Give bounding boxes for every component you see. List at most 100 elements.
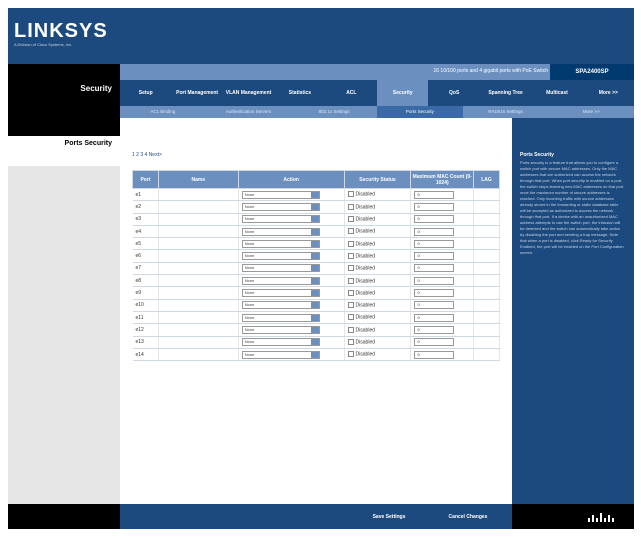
subnav-radius-settings[interactable]: RADIUS Settings xyxy=(463,106,549,118)
security-status-checkbox[interactable] xyxy=(347,191,354,198)
action-select[interactable]: None xyxy=(241,325,320,334)
nav-vlan-management[interactable]: VLAN Management xyxy=(223,80,274,106)
max-mac-count-input[interactable]: 0 xyxy=(414,190,455,199)
security-status-checkbox[interactable] xyxy=(347,216,354,223)
action-select[interactable]: None xyxy=(241,301,320,310)
cell-port: e4 xyxy=(132,225,159,239)
table-row: e3 None Disabled 0 xyxy=(132,213,500,226)
app-frame: LINKSYS A Division of Cisco Systems, Inc… xyxy=(8,8,634,529)
security-status-checkbox[interactable] xyxy=(347,351,354,358)
pagination[interactable]: 1 2 3 4 Next> xyxy=(132,152,162,158)
nav-more[interactable]: More >> xyxy=(583,80,634,106)
cell-lag xyxy=(473,262,500,276)
model-description: 16 10/100 ports and 4 gigabit ports with… xyxy=(433,68,548,74)
max-mac-count-input[interactable]: 0 xyxy=(414,289,455,298)
subnav-acl-binding[interactable]: ACL Binding xyxy=(120,106,206,118)
chevron-down-icon xyxy=(310,203,319,210)
security-status-label: Disabled xyxy=(355,265,376,272)
action-select[interactable]: None xyxy=(241,313,320,322)
table-row: e6 None Disabled 0 xyxy=(132,249,500,263)
cell-port: e5 xyxy=(132,237,159,251)
security-status-label: Disabled xyxy=(355,204,376,211)
action-value: None xyxy=(244,326,255,332)
nav-multicast[interactable]: Multicast xyxy=(531,80,582,106)
action-select[interactable]: None xyxy=(241,350,320,359)
max-mac-count-input[interactable]: 0 xyxy=(414,276,455,285)
max-mac-count-input[interactable]: 0 xyxy=(414,252,455,261)
security-status-checkbox[interactable] xyxy=(347,277,354,284)
max-mac-count-input[interactable]: 0 xyxy=(414,202,455,211)
action-value: None xyxy=(244,265,255,271)
max-mac-count-input[interactable]: 0 xyxy=(414,301,455,310)
nav-spanning-tree[interactable]: Spanning Tree xyxy=(480,80,531,106)
max-mac-count-input[interactable]: 0 xyxy=(414,338,455,347)
max-mac-count-input[interactable]: 0 xyxy=(414,215,455,224)
main-content: 1 2 3 4 Next> Port Name Action Security … xyxy=(120,118,512,504)
subnav-8021x-settings[interactable]: 802.1x Settings xyxy=(291,106,377,118)
col-header-port: Port xyxy=(132,170,159,189)
max-mac-count-input[interactable]: 0 xyxy=(414,239,455,248)
action-select[interactable]: None xyxy=(241,289,320,298)
max-mac-count-input[interactable]: 0 xyxy=(414,264,455,273)
chevron-down-icon xyxy=(310,216,319,223)
left-gray-panel xyxy=(8,166,120,504)
action-select[interactable]: None xyxy=(241,338,320,347)
logo-area: LINKSYS A Division of Cisco Systems, Inc… xyxy=(8,8,120,64)
save-settings-button[interactable]: Save Settings xyxy=(360,512,418,522)
cell-name xyxy=(158,188,239,202)
action-select[interactable]: None xyxy=(241,264,320,273)
security-status-label: Disabled xyxy=(355,253,376,260)
nav-qos[interactable]: QoS xyxy=(428,80,479,106)
action-select[interactable]: None xyxy=(241,190,320,199)
cell-name xyxy=(158,348,239,362)
col-header-name: Name xyxy=(157,170,239,189)
table-row: e10 None Disabled 0 xyxy=(132,299,500,312)
security-status-label: Disabled xyxy=(355,241,376,247)
security-status-checkbox[interactable] xyxy=(347,203,354,210)
security-status-checkbox[interactable] xyxy=(347,339,354,346)
security-status-label: Disabled xyxy=(355,339,376,346)
max-mac-count-input[interactable]: 0 xyxy=(414,325,455,334)
model-bar: 16 10/100 ports and 4 gigabit ports with… xyxy=(120,64,634,80)
cell-port: e14 xyxy=(132,348,159,362)
security-status-checkbox[interactable] xyxy=(347,252,354,259)
cell-lag xyxy=(473,249,500,263)
security-status-label: Disabled xyxy=(355,216,376,223)
max-mac-count-input[interactable]: 0 xyxy=(414,227,455,236)
chevron-down-icon xyxy=(310,290,319,297)
cancel-changes-button[interactable]: Cancel Changes xyxy=(438,512,498,522)
cell-port: e6 xyxy=(132,249,159,263)
action-select[interactable]: None xyxy=(241,252,320,261)
nav-port-management[interactable]: Port Management xyxy=(171,80,222,106)
action-select[interactable]: None xyxy=(241,202,320,211)
chevron-down-icon xyxy=(310,277,319,284)
nav-setup[interactable]: Setup xyxy=(120,80,171,106)
ports-security-table: Port Name Action Security Status Maximum… xyxy=(132,170,500,362)
action-select[interactable]: None xyxy=(241,239,320,248)
model-id: SPA2400SP xyxy=(550,64,634,80)
action-select[interactable]: None xyxy=(241,215,320,224)
nav-security[interactable]: Security xyxy=(377,80,429,106)
security-status-checkbox[interactable] xyxy=(347,289,354,296)
nav-acl[interactable]: ACL xyxy=(326,80,377,106)
security-status-checkbox[interactable] xyxy=(347,326,354,333)
chevron-down-icon xyxy=(310,253,319,260)
security-status-checkbox[interactable] xyxy=(347,302,354,309)
table-row: e9 None Disabled 0 xyxy=(132,286,500,300)
action-select[interactable]: None xyxy=(241,276,320,285)
action-select[interactable]: None xyxy=(241,227,320,236)
sub-nav: ACL Binding Authentication Servers 802.1… xyxy=(120,106,634,118)
security-status-checkbox[interactable] xyxy=(347,228,354,235)
nav-statistics[interactable]: Statistics xyxy=(274,80,325,106)
security-status-checkbox[interactable] xyxy=(347,265,354,272)
subnav-more[interactable]: More >> xyxy=(548,106,634,118)
action-value: None xyxy=(244,240,255,246)
action-value: None xyxy=(244,203,255,209)
subnav-ports-security[interactable]: Ports Security xyxy=(377,106,463,118)
security-status-checkbox[interactable] xyxy=(347,314,354,321)
max-mac-count-input[interactable]: 0 xyxy=(414,313,455,322)
max-mac-count-input[interactable]: 0 xyxy=(414,350,455,359)
cell-lag xyxy=(473,348,500,362)
subnav-auth-servers[interactable]: Authentication Servers xyxy=(206,106,292,118)
security-status-checkbox[interactable] xyxy=(347,240,354,247)
